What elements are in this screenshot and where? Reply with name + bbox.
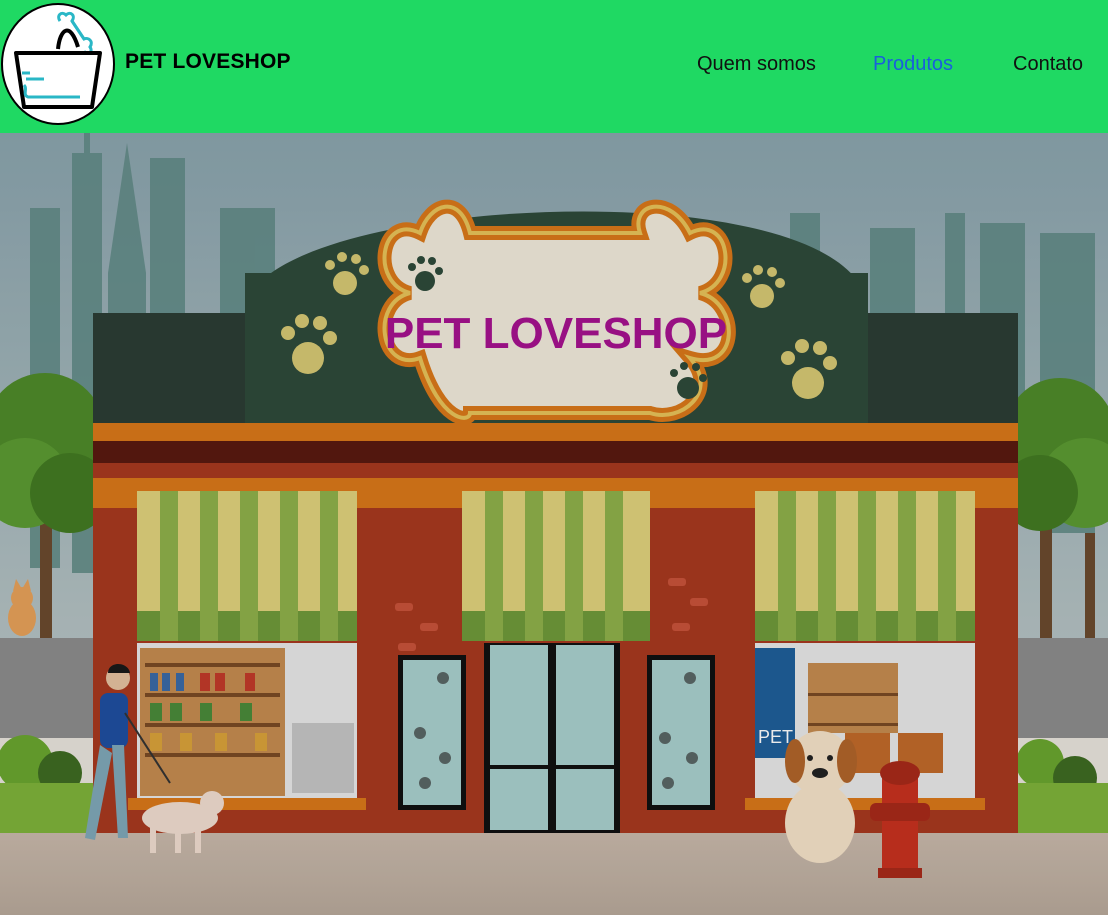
brand-name[interactable]: PET LOVESHOP bbox=[125, 50, 291, 74]
site-header: PET LOVESHOP Quem somos Produtos Contato bbox=[0, 0, 1108, 133]
nav-link-quem-somos[interactable]: Quem somos bbox=[697, 53, 816, 76]
nav-link-produtos[interactable]: Produtos bbox=[873, 53, 953, 76]
hero-image: PET LOVESHOP PET bbox=[0, 133, 1108, 915]
nav-link-contato[interactable]: Contato bbox=[1013, 53, 1083, 76]
logo-icon[interactable] bbox=[0, 3, 116, 125]
pet-shop-illustration: PET LOVESHOP PET bbox=[0, 133, 1108, 915]
